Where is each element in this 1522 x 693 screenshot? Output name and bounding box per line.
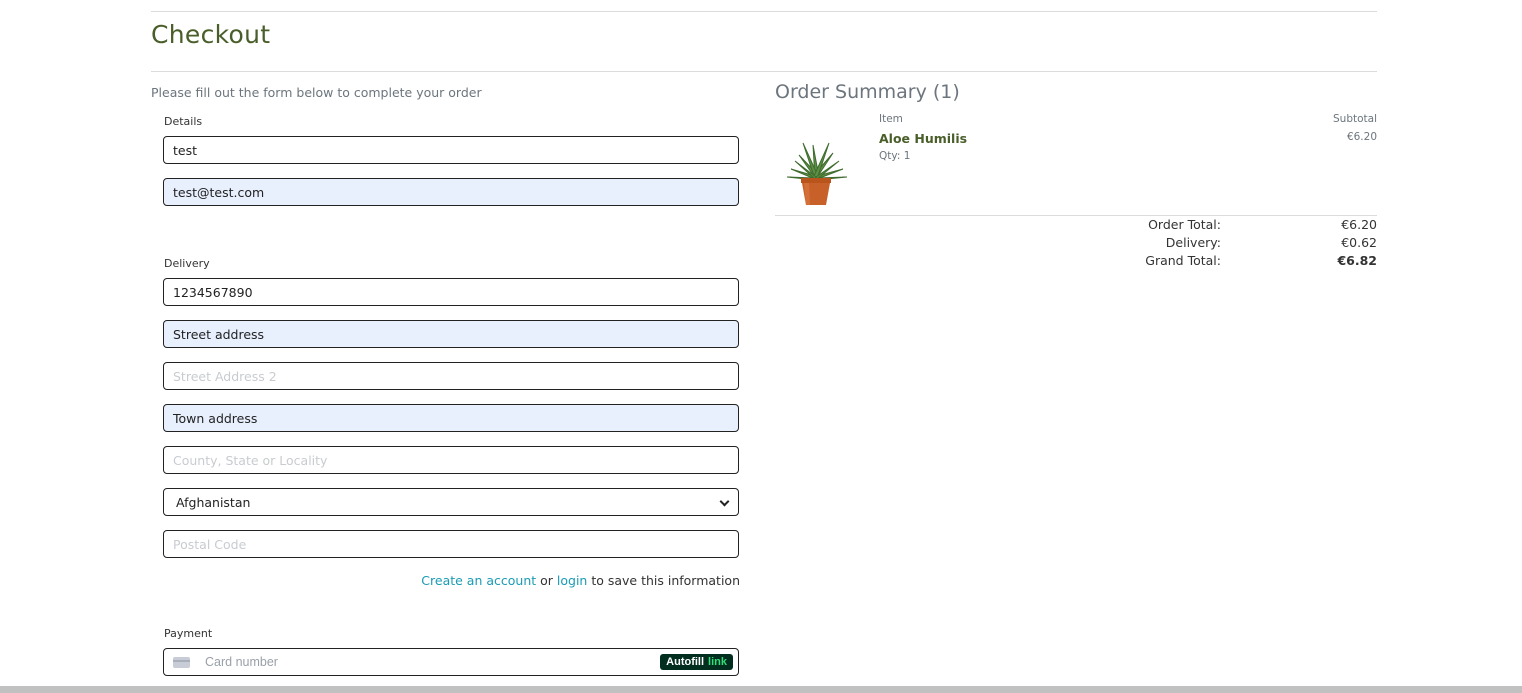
country-select[interactable]: Afghanistan xyxy=(163,488,739,516)
card-number-field[interactable]: Card number Autofill link xyxy=(163,648,739,676)
email-field[interactable]: test@test.com xyxy=(163,178,739,206)
horizontal-scrollbar[interactable] xyxy=(0,686,1522,693)
full-name-value: test xyxy=(173,142,198,158)
email-value: test@test.com xyxy=(173,184,265,200)
county-placeholder: County, State or Locality xyxy=(173,452,328,468)
save-info-line: Create an account or login to save this … xyxy=(421,573,740,588)
delivery-label: Delivery xyxy=(164,257,210,270)
street-address-2-placeholder: Street Address 2 xyxy=(173,368,277,384)
autofill-word: Autofill xyxy=(666,656,705,668)
login-link[interactable]: login xyxy=(557,573,587,588)
phone-field[interactable]: 1234567890 xyxy=(163,278,739,306)
grand-total-value: €6.82 xyxy=(1337,253,1377,268)
page-subtitle: Please fill out the form below to comple… xyxy=(151,85,482,100)
delivery-cost-label: Delivery: xyxy=(1165,235,1221,250)
street-address-1-value: Street address xyxy=(173,326,265,342)
phone-value: 1234567890 xyxy=(173,284,253,300)
autofill-link-button[interactable]: Autofill link xyxy=(660,654,733,670)
delivery-cost-value: €0.62 xyxy=(1341,235,1377,250)
save-info-or: or xyxy=(536,573,557,588)
town-value: Town address xyxy=(173,410,258,426)
town-field[interactable]: Town address xyxy=(163,404,739,432)
subtotal-column-header: Subtotal xyxy=(1333,113,1377,125)
country-selected-value: Afghanistan xyxy=(176,494,251,510)
save-info-suffix: to save this information xyxy=(587,573,740,588)
product-name-link[interactable]: Aloe Humilis xyxy=(879,131,967,146)
order-total-value: €6.20 xyxy=(1341,217,1377,232)
autofill-link-word: link xyxy=(708,656,727,668)
full-name-field[interactable]: test xyxy=(163,136,739,164)
payment-label: Payment xyxy=(164,627,213,640)
postal-code-field[interactable]: Postal Code xyxy=(163,530,739,558)
street-address-2-field[interactable]: Street Address 2 xyxy=(163,362,739,390)
potted-aloe-plant-icon xyxy=(786,142,848,205)
product-subtotal: €6.20 xyxy=(1346,131,1377,143)
order-total-label: Order Total: xyxy=(1148,217,1221,232)
details-label: Details xyxy=(164,115,203,128)
postal-code-placeholder: Postal Code xyxy=(173,536,247,552)
county-field[interactable]: County, State or Locality xyxy=(163,446,739,474)
order-summary-title: Order Summary (1) xyxy=(775,81,960,103)
header-divider xyxy=(151,71,1377,72)
credit-card-icon xyxy=(173,656,190,668)
create-account-link[interactable]: Create an account xyxy=(421,573,536,588)
grand-total-label: Grand Total: xyxy=(1145,253,1221,268)
summary-divider xyxy=(775,215,1377,216)
product-qty: Qty: 1 xyxy=(879,150,911,162)
street-address-1-field[interactable]: Street address xyxy=(163,320,739,348)
chevron-down-icon xyxy=(720,498,729,507)
item-column-header: Item xyxy=(879,113,903,125)
top-divider xyxy=(151,11,1377,12)
page-title: Checkout xyxy=(151,20,271,49)
card-number-placeholder: Card number xyxy=(205,655,278,669)
